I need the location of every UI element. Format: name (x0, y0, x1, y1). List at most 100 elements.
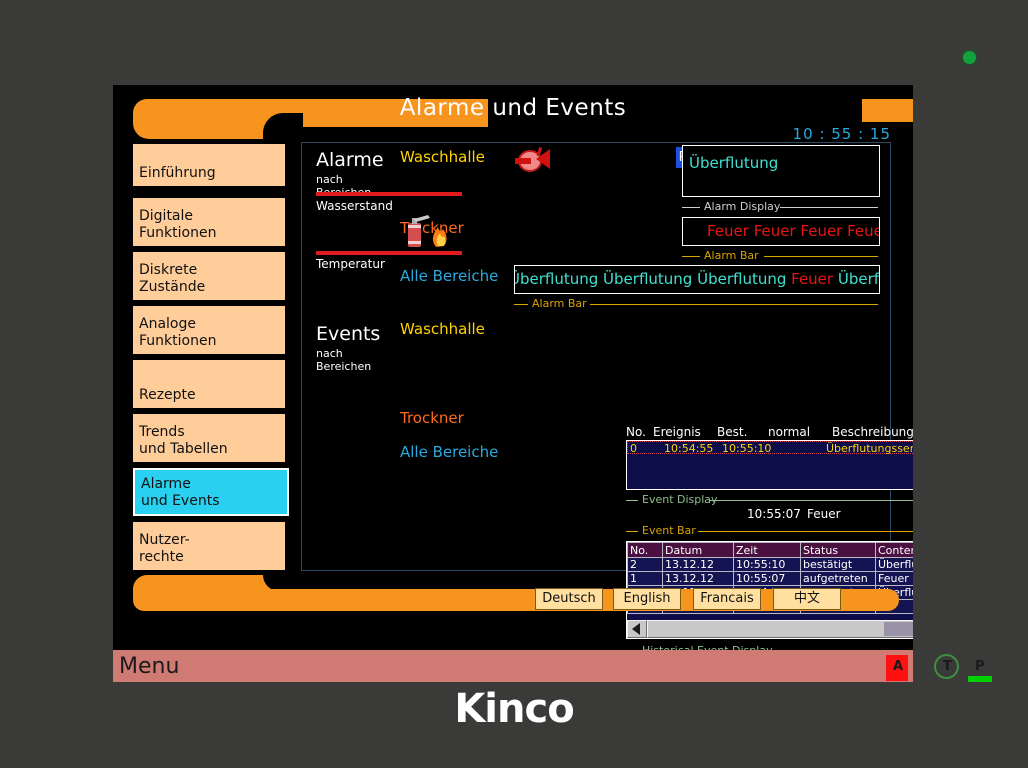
alarm-section-title: Alarme (316, 149, 384, 171)
temperatur-label: Temperatur (316, 257, 385, 271)
event-display-rule-right (710, 500, 913, 501)
content-panel: Alarme nach Bereichen Waschhalle Trockne… (301, 142, 913, 650)
alarm-bar-segment: Feuer (791, 270, 838, 288)
status-bar: Menu T P (113, 650, 992, 682)
status-icon-t[interactable]: T (943, 659, 952, 674)
alarm-bar-trockner-rule-right (764, 256, 878, 257)
hmi-screen: Alarme und Events 10 : 55 : 15 Einführun… (113, 85, 913, 650)
sidebar-item-nutzer[interactable]: Nutzer-rechte (133, 522, 285, 570)
sidebar-item-label: Einführung (139, 165, 216, 181)
status-icon-a[interactable]: A (893, 659, 903, 674)
sidebar-item-label: und Events (141, 493, 220, 509)
sidebar-item-diskrete[interactable]: Diskrete Zustände (133, 252, 285, 300)
events-area-trockner[interactable]: Trockner (400, 409, 464, 427)
sidebar-item-label: Alarme (141, 476, 191, 492)
clock-display: 10 : 55 : 15 (792, 125, 891, 143)
event-display-col-beschreibung: Beschreibung (832, 425, 913, 439)
sidebar-item-label: Funktionen (139, 225, 217, 241)
alarm-bar-all-rule-right (590, 304, 878, 305)
sidebar-item-alarme[interactable]: Alarme und Events (133, 468, 289, 516)
event-bar-text: Feuer (807, 507, 841, 521)
table-column-header: No. (627, 542, 663, 558)
table-cell: aufgetreten (800, 571, 876, 586)
table-column-header: Status (800, 542, 876, 558)
sidebar-item-rezepte[interactable]: Rezepte (133, 360, 285, 408)
horizontal-scroll-track[interactable] (647, 620, 913, 638)
sidebar-item-label: Funktionen (139, 333, 217, 349)
sidebar-item-analoge[interactable]: Analoge Funktionen (133, 306, 285, 354)
table-row[interactable]: 1 13.12.12 10:55:07 aufgetreten Feuer (627, 571, 913, 586)
page-title: Alarme und Events (399, 95, 627, 121)
event-bar-rule-left (626, 531, 638, 532)
event-row-no: 0 (630, 442, 637, 455)
alarm-area-alle-bereiche[interactable]: Alle Bereiche (400, 267, 498, 285)
scroll-left-button[interactable] (627, 620, 647, 638)
table-column-header: Zeit (733, 542, 801, 558)
sidebar-item-label: rechte (139, 549, 184, 565)
alarm-bar-segment: Überflutung (514, 270, 604, 288)
event-bar-time: 10:55:07 (747, 507, 801, 521)
table-header-row: No.DatumZeitStatusContent (627, 542, 913, 558)
table-cell: 1 (627, 571, 663, 586)
alarm-bar-segment: Überflutung (603, 270, 698, 288)
alarm-bar-trockner-rule-left (682, 256, 700, 257)
table-cell: 10:55:07 (733, 571, 801, 586)
events-section-subtitle-1: nach (316, 347, 343, 360)
table-column-header: Content (875, 542, 913, 558)
table-column-header: Datum (662, 542, 734, 558)
sidebar-item-digitale[interactable]: Digitale Funktionen (133, 198, 285, 246)
horizontal-scrollbar[interactable] (627, 620, 913, 638)
hmi-device-frame: Alarme und Events 10 : 55 : 15 Einführun… (0, 0, 1028, 768)
alarm-bar-trockner-box[interactable]: Feuer Feuer Feuer Feuer (682, 217, 880, 246)
alarm-section-subtitle-1: nach (316, 173, 343, 186)
sidebar-item-label: Analoge (139, 316, 196, 332)
sidebar-item-label: Digitale (139, 208, 194, 224)
event-row-beschreibung: Überflutungssensor (826, 442, 913, 455)
language-button-francais[interactable]: Francais (693, 588, 761, 610)
event-bar-caption: Event Bar (642, 524, 696, 537)
event-display-col-no: No. (626, 425, 646, 439)
alarm-bar-trockner-text: Feuer Feuer Feuer Feuer (707, 222, 880, 240)
events-area-waschhalle[interactable]: Waschhalle (400, 320, 485, 338)
table-cell: 13.12.12 (662, 557, 734, 572)
alarm-horn-icon (515, 146, 550, 172)
sidebar-item-label: Nutzer- (139, 532, 190, 548)
sidebar-item-trends[interactable]: Trends und Tabellen (133, 414, 285, 462)
language-button-english[interactable]: English (613, 588, 681, 610)
sidebar-item-label: Diskrete (139, 262, 198, 278)
power-led-icon (963, 51, 976, 64)
events-area-alle-bereiche[interactable]: Alle Bereiche (400, 443, 498, 461)
brand-logo: Kinco (454, 686, 574, 732)
sidebar-item-label: Rezepte (139, 387, 196, 403)
sidebar-item-label: Zustände (139, 279, 206, 295)
event-display-col-best: Best. (717, 425, 748, 439)
event-display-row[interactable]: 0 10:54:55 10:55:10 Überflutungssensor (627, 441, 913, 455)
horizontal-scroll-thumb[interactable] (884, 622, 913, 636)
alarm-bar-all-box[interactable]: Überflutung Überflutung Überflutung Feue… (514, 265, 880, 294)
alarm-bar-all-caption: Alarm Bar (532, 297, 587, 310)
language-button-[interactable]: 中文 (773, 588, 841, 610)
table-cell: 13.12.12 (662, 571, 734, 586)
events-section-subtitle-2: Bereichen (316, 360, 372, 373)
status-icon-p[interactable]: P (975, 659, 985, 674)
alarm-display-box[interactable]: Überflutung (682, 145, 880, 197)
event-display-box[interactable]: 0 10:54:55 10:55:10 Überflutungssensor (626, 440, 913, 490)
event-display-col-normal: normal (768, 425, 811, 439)
sidebar-item-einf-hrung[interactable]: Einführung (133, 144, 285, 186)
table-row[interactable]: 213.12.1210:55:10bestätigtÜberflutungsse… (627, 557, 913, 572)
alarm-area-waschhalle[interactable]: Waschhalle (400, 148, 485, 166)
alarm-bar-segment: Überflutung (697, 270, 792, 288)
temperatur-bar (316, 251, 462, 255)
alarm-bar-all-rule-left (514, 304, 528, 305)
wasserstand-bar (316, 192, 462, 196)
alarm-bar-all-text: Überflutung Überflutung Überflutung Feue… (514, 270, 879, 288)
wasserstand-label: Wasserstand (316, 199, 393, 213)
alarm-bar-segment: Überflutung (837, 270, 879, 288)
event-display-col-ereignis: Ereignis (653, 425, 701, 439)
fire-extinguisher-icon (408, 215, 447, 247)
language-button-deutsch[interactable]: Deutsch (535, 588, 603, 610)
menu-button[interactable]: Menu (119, 654, 179, 679)
p-indicator-bar-icon (968, 676, 992, 682)
alarm-display-caption-rule-left (682, 207, 700, 208)
alarm-display-text: Überflutung (689, 154, 779, 172)
